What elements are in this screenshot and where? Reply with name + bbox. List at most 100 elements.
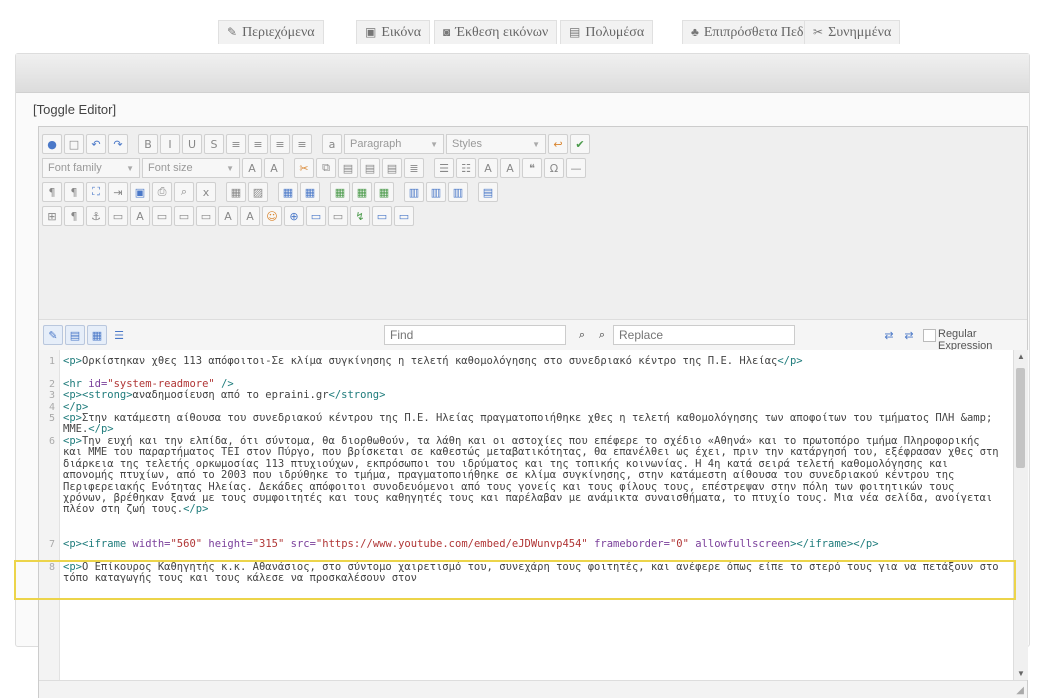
redo-icon[interactable]: ↷ xyxy=(108,134,128,154)
table-col-icon[interactable]: ▦ xyxy=(330,182,350,202)
code-line[interactable]: <p><strong>αναδημοσίευση από το epraini.… xyxy=(63,389,1003,401)
undo-icon[interactable]: ↶ xyxy=(86,134,106,154)
style-icon[interactable]: a xyxy=(322,134,342,154)
copy-icon[interactable]: ⧉ xyxy=(316,158,336,178)
attribs-icon[interactable]: A xyxy=(218,206,238,226)
regex-label: Regular Expression xyxy=(938,328,993,352)
find-input[interactable] xyxy=(384,325,566,345)
table-icon[interactable]: ▦ xyxy=(278,182,298,202)
search-replace-icon[interactable]: ⌕ xyxy=(174,182,194,202)
abbr-icon[interactable]: ▭ xyxy=(108,206,128,226)
numbered-list-icon[interactable]: ☷ xyxy=(456,158,476,178)
preview-icon[interactable]: ▣ xyxy=(130,182,150,202)
vertical-scrollbar[interactable]: ▲ ▼ xyxy=(1013,350,1028,680)
code-line[interactable]: <p><iframe width="560" height="315" src=… xyxy=(63,538,1003,550)
nonbreaking-icon[interactable]: ¶ xyxy=(64,206,84,226)
select-all-icon[interactable]: ≣ xyxy=(404,158,424,178)
source-wrap-icon[interactable]: ▦ xyxy=(87,325,107,345)
cite-icon[interactable]: A xyxy=(130,206,150,226)
align-center-icon[interactable]: ≡ xyxy=(248,134,268,154)
bold-icon[interactable]: B xyxy=(138,134,158,154)
del-icon[interactable]: ▭ xyxy=(174,206,194,226)
paragraph-icon[interactable]: ¶ xyxy=(64,182,84,202)
unlink-icon[interactable]: ▭ xyxy=(306,206,326,226)
tab-5[interactable]: ✂ Συνημμένα xyxy=(804,20,901,44)
table-merge-icon[interactable]: ▦ xyxy=(352,182,372,202)
visual-aid-icon[interactable]: ⊞ xyxy=(42,206,62,226)
tab-4[interactable]: ♣ Επιπρόσθετα Πεδία xyxy=(682,20,824,44)
font-size-select[interactable]: Font size ▼ xyxy=(142,158,240,178)
align-justify-icon[interactable]: ≡ xyxy=(292,134,312,154)
omega-icon[interactable]: Ω xyxy=(544,158,564,178)
clean-code-icon[interactable]: ↩ xyxy=(548,134,568,154)
blockquote-icon[interactable]: ❝ xyxy=(522,158,542,178)
scroll-up-icon[interactable]: ▲ xyxy=(1017,352,1025,361)
tab-1[interactable]: ▣ Εικόνα xyxy=(356,20,431,44)
scroll-down-icon[interactable]: ▼ xyxy=(1017,669,1025,678)
source-mode-icon[interactable]: ✎ xyxy=(43,325,63,345)
toggle-editor-link[interactable]: [Toggle Editor] xyxy=(33,102,116,117)
bullet-list-icon[interactable]: ☰ xyxy=(434,158,454,178)
anchor-icon[interactable]: ⚓ xyxy=(86,206,106,226)
layer-icon[interactable]: ▥ xyxy=(404,182,424,202)
outdent-icon[interactable]: A xyxy=(478,158,498,178)
source-highlight-icon[interactable]: ▤ xyxy=(65,325,85,345)
code-line[interactable]: <p>Στην κατάμεστη αίθουσα του συνεδριακο… xyxy=(63,412,1003,436)
emotions-icon[interactable]: ☺ xyxy=(262,206,282,226)
check-icon[interactable]: ✔ xyxy=(570,134,590,154)
new-document-icon[interactable]: □ xyxy=(64,134,84,154)
tab-3[interactable]: ▤ Πολυμέσα xyxy=(560,20,654,44)
align-right-icon[interactable]: ≡ xyxy=(270,134,290,154)
fullscreen-icon[interactable]: ⛶ xyxy=(86,182,106,202)
readmore-icon[interactable]: ▭ xyxy=(328,206,348,226)
sub-icon[interactable]: x xyxy=(196,182,216,202)
indent-icon[interactable]: A xyxy=(500,158,520,178)
paste-text-icon[interactable]: ▤ xyxy=(360,158,380,178)
text-color-icon[interactable]: A xyxy=(242,158,262,178)
pagebreak-icon[interactable]: ↯ xyxy=(350,206,370,226)
insert-image-icon[interactable]: ▦ xyxy=(226,182,246,202)
code-line[interactable]: <p>Την ευχή και την ελπίδα, ότι σύντομα,… xyxy=(63,435,1003,516)
replace-icon[interactable]: ⇄ xyxy=(879,325,899,345)
tab-2[interactable]: ◙ Έκθεση εικόνων xyxy=(434,20,558,44)
underline-icon[interactable]: U xyxy=(182,134,202,154)
paragraph-mark-icon[interactable]: ¶ xyxy=(42,182,62,202)
find-previous-icon[interactable]: ⌕ xyxy=(572,325,592,345)
styles-select[interactable]: Styles ▼ xyxy=(446,134,546,154)
table-split-icon[interactable]: ▦ xyxy=(374,182,394,202)
table-row-icon[interactable]: ▦ xyxy=(300,182,320,202)
help-icon[interactable]: ● xyxy=(42,134,62,154)
acronym-icon[interactable]: ▭ xyxy=(152,206,172,226)
horizontal-rule-icon[interactable]: — xyxy=(566,158,586,178)
font-family-select[interactable]: Font family ▼ xyxy=(42,158,140,178)
print-icon[interactable]: ⎙ xyxy=(152,182,172,202)
code-line[interactable]: <p>Ορκίστηκαν χθες 113 απόφοιτοι-Σε κλίμ… xyxy=(63,355,1003,367)
ltr-icon[interactable]: ⇥ xyxy=(108,182,128,202)
style-props-icon[interactable]: A xyxy=(240,206,260,226)
link-icon[interactable]: ⊕ xyxy=(284,206,304,226)
spellcheck-icon[interactable]: ▭ xyxy=(372,206,392,226)
layer-forward-icon[interactable]: ▥ xyxy=(426,182,446,202)
tab-0[interactable]: ✎ Περιεχόμενα xyxy=(218,20,324,44)
paste-icon[interactable]: ▤ xyxy=(338,158,358,178)
strikethrough-icon[interactable]: S xyxy=(204,134,224,154)
code-editor[interactable]: 1 <p>Ορκίστηκαν χθες 113 απόφοιτοι-Σε κλί… xyxy=(39,350,1013,680)
format-select[interactable]: Paragraph ▼ xyxy=(344,134,444,154)
italic-icon[interactable]: I xyxy=(160,134,180,154)
template-icon[interactable]: ▤ xyxy=(478,182,498,202)
layer-back-icon[interactable]: ▥ xyxy=(448,182,468,202)
paste-word-icon[interactable]: ▤ xyxy=(382,158,402,178)
format-code-icon[interactable]: ☰ xyxy=(109,325,129,345)
align-left-icon[interactable]: ≡ xyxy=(226,134,246,154)
scrollbar-thumb[interactable] xyxy=(1016,368,1025,468)
ins-icon[interactable]: ▭ xyxy=(196,206,216,226)
replace-all-icon[interactable]: ⇄ xyxy=(899,325,919,345)
find-next-icon[interactable]: ⌕ xyxy=(592,325,612,345)
regex-checkbox[interactable] xyxy=(923,329,936,342)
cut-icon[interactable]: ✂ xyxy=(294,158,314,178)
resize-handle-icon[interactable]: ◢ xyxy=(1016,685,1024,696)
code-icon[interactable]: ▭ xyxy=(394,206,414,226)
highlight-color-icon[interactable]: A xyxy=(264,158,284,178)
replace-input[interactable] xyxy=(613,325,795,345)
insert-media-icon[interactable]: ▨ xyxy=(248,182,268,202)
